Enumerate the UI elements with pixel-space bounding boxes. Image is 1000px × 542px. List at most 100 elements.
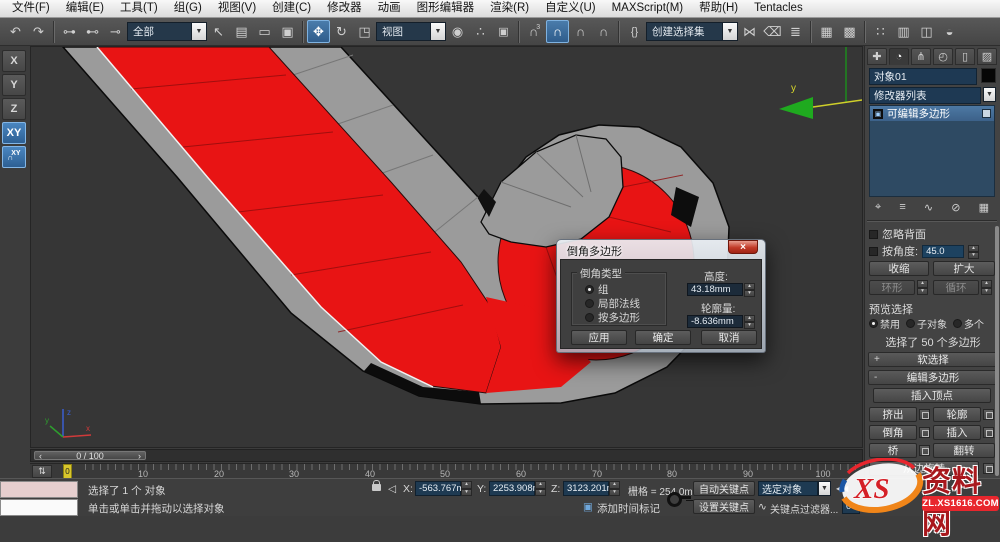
menu-tools[interactable]: 工具(T) [112,0,166,17]
tab-create[interactable]: ✚ [867,48,887,65]
maxscript-listener-pink[interactable] [0,481,78,498]
dropdown-arrow-icon[interactable]: ▼ [818,481,831,496]
pin-stack-icon[interactable]: ⌖ [875,201,881,214]
outline-settings-icon[interactable] [983,409,994,420]
selection-lock-icon[interactable] [372,480,381,491]
named-selection-icon[interactable]: {} [623,20,646,43]
ring-spinner[interactable]: ▴ ▾ [917,280,928,295]
radio-icon[interactable] [585,285,594,294]
ok-button[interactable]: 确定 [635,330,691,345]
move-icon[interactable]: ✥ [307,20,330,43]
checkbox-icon[interactable] [869,229,878,239]
bridge-settings-icon[interactable] [919,445,930,456]
radio-local-normal-option[interactable]: 局部法线 [585,296,640,311]
render-production-icon[interactable]: ◒ [938,20,961,43]
add-time-tag[interactable]: 添加时间标记 [597,501,660,516]
dialog-title[interactable]: 倒角多边形 [567,243,622,259]
preview-subobject-option[interactable]: 子对象 [917,316,947,331]
loop-button[interactable]: 循环 [933,280,979,295]
collapse-icon[interactable]: - [874,372,877,383]
angle-value-field[interactable]: 45.0 [922,244,965,258]
manipulate-icon[interactable]: ∴ [469,20,492,43]
dropdown-arrow-icon[interactable]: ▼ [722,23,737,40]
maxscript-listener-white[interactable] [0,499,78,516]
menu-customize[interactable]: 自定义(U) [537,0,603,17]
z-spinner[interactable]: ▴ ▾ [609,481,620,496]
auto-key-button[interactable]: 自动关键点 [693,481,755,496]
preview-disable-option[interactable]: 禁用 [880,316,900,331]
outline-button[interactable]: 轮廓 [933,407,981,422]
move-gizmo[interactable]: y [779,47,862,119]
height-field[interactable]: 43.18mm [687,283,743,296]
snap-3d-icon[interactable]: ∩ 3 [523,20,546,43]
flip-button[interactable]: 翻转 [933,443,995,458]
selection-filter-dropdown[interactable]: 全部 ▼ [127,22,207,41]
ring-button[interactable]: 环形 [869,280,915,295]
frame-forward-icon[interactable]: › [138,451,141,461]
outline-spinner[interactable]: ▴ ▾ [744,315,755,329]
axis-z-button[interactable]: Z [2,98,26,120]
rollout-soft-selection[interactable]: + 软选择 [868,352,998,367]
inset-button[interactable]: 插入 [933,425,981,440]
bevel-settings-icon[interactable] [919,427,930,438]
cancel-button[interactable]: 取消 [701,330,757,345]
tab-display[interactable]: ▯ [955,48,975,65]
set-key-button[interactable]: 设置关键点 [693,499,755,514]
key-filters-button[interactable]: 关键点过滤器... [770,501,838,516]
configure-stack-icon[interactable]: ▦ [979,201,989,214]
make-unique-icon[interactable]: ∿ [924,201,933,214]
curve-editor-icon[interactable]: ▦ [815,20,838,43]
select-link-icon[interactable]: ⊶ [58,20,81,43]
visibility-toggle-icon[interactable] [982,109,991,118]
radio-icon[interactable] [953,319,962,328]
select-object-icon[interactable]: ↖ [207,20,230,43]
menu-views[interactable]: 视图(V) [210,0,264,17]
x-coord-field[interactable]: -563.767m [415,481,464,496]
extrude-settings-icon[interactable] [919,409,930,420]
menu-edit[interactable]: 编辑(E) [58,0,112,17]
rect-region-icon[interactable]: ▭ [253,20,276,43]
snap-toggle-icon[interactable]: ∩ [546,20,569,43]
mirror-icon[interactable]: ⋈ [738,20,761,43]
render-setup-icon[interactable]: ▥ [892,20,915,43]
scale-icon[interactable]: ◳ [353,20,376,43]
rendered-frame-icon[interactable]: ◫ [915,20,938,43]
percent-snap-icon[interactable]: ∩ [592,20,615,43]
menu-graph-editors[interactable]: 图形编辑器 [409,0,483,17]
menu-tentacles[interactable]: Tentacles [746,0,811,17]
angle-spinner[interactable]: ▴ ▾ [968,244,980,259]
dropdown-arrow-icon[interactable]: ▼ [430,23,445,40]
menu-animation[interactable]: 动画 [370,0,409,17]
bridge-button[interactable]: 桥 [869,443,917,458]
spin-down-icon[interactable]: ▾ [744,322,755,329]
radio-icon[interactable] [585,313,594,322]
close-icon[interactable]: × [728,240,758,254]
spin-up-icon[interactable]: ▴ [744,283,755,290]
keyboard-override-icon[interactable]: ▣ [492,20,515,43]
axis-xy-button[interactable]: XY [2,122,26,144]
menu-help[interactable]: 帮助(H) [691,0,746,17]
stack-item-editable-poly[interactable]: ▣ 可编辑多边形 [870,106,994,121]
transform-typein-icon[interactable]: ◁ [388,483,396,495]
radio-group-option[interactable]: 组 [585,282,609,297]
y-spinner[interactable]: ▴ ▾ [535,481,546,496]
tab-utilities[interactable]: ▨ [977,48,997,65]
remove-modifier-icon[interactable]: ⊘ [951,201,960,214]
select-by-name-icon[interactable]: ▤ [230,20,253,43]
extrude-button[interactable]: 挤出 [869,407,917,422]
tab-hierarchy[interactable]: ⋔ [911,48,931,65]
bevel-button[interactable]: 倒角 [869,425,917,440]
y-coord-field[interactable]: 2253.908m [489,481,541,496]
unlink-icon[interactable]: ⊷ [81,20,104,43]
layer-manager-icon[interactable]: ≣ [784,20,807,43]
spin-up-icon[interactable]: ▴ [744,315,755,322]
menu-rendering[interactable]: 渲染(R) [482,0,537,17]
inset-settings-icon[interactable] [983,427,994,438]
menu-group[interactable]: 组(G) [166,0,210,17]
shrink-button[interactable]: 收缩 [869,261,929,276]
menu-modifiers[interactable]: 修改器 [319,0,370,17]
named-selection-dropdown[interactable]: 创建选择集 ▼ [646,22,738,41]
preview-multiple-option[interactable]: 多个 [964,316,984,331]
track-bar[interactable]: ⇅ 0 10 20 30 40 50 60 70 80 90 100 [30,463,863,479]
loop-spinner[interactable]: ▴ ▾ [981,280,992,295]
